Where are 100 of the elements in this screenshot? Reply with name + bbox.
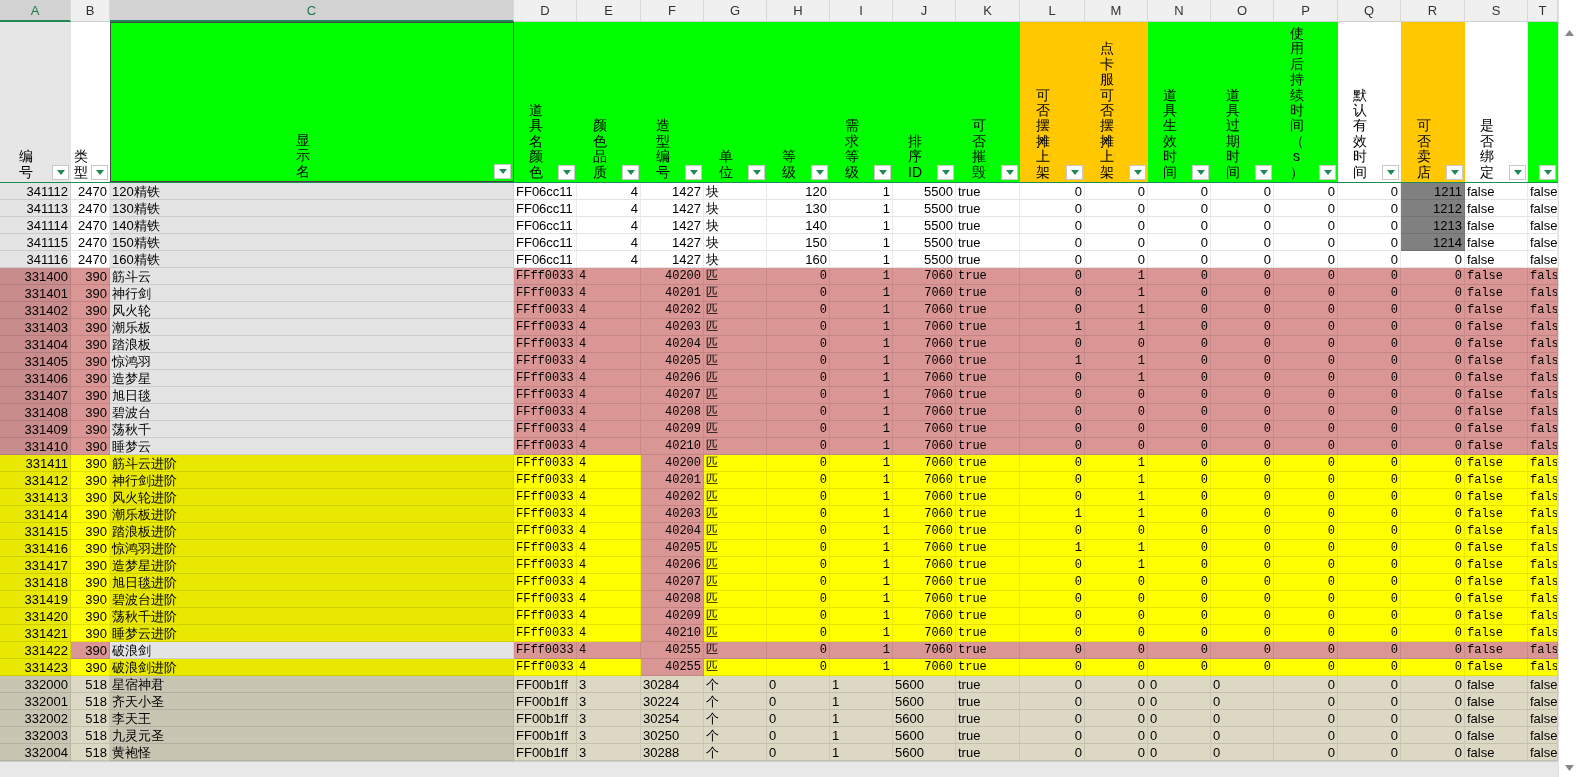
table-cell: 0 — [1274, 591, 1338, 608]
table-cell: false — [1465, 285, 1528, 302]
table-cell: 332001 — [0, 693, 71, 710]
table-cell: 筋斗云进阶 — [110, 455, 514, 472]
table-cell: FF00b1ff — [514, 744, 577, 761]
table-cell: fals — [1528, 268, 1558, 285]
filter-button[interactable] — [937, 165, 954, 180]
column-letter[interactable]: I — [830, 0, 893, 22]
column-letter[interactable]: M — [1085, 0, 1148, 22]
filter-button[interactable] — [494, 164, 511, 179]
filter-button[interactable] — [52, 165, 69, 180]
column-letter[interactable]: A — [0, 0, 71, 22]
filter-button[interactable] — [874, 165, 891, 180]
column-letter[interactable]: J — [893, 0, 956, 22]
filter-button[interactable] — [558, 165, 575, 180]
table-cell: 331413 — [0, 489, 71, 506]
filter-button[interactable] — [91, 165, 108, 180]
column-letter[interactable]: N — [1148, 0, 1211, 22]
column-letter[interactable]: G — [704, 0, 767, 22]
table-cell: 1 — [1020, 353, 1085, 370]
table-cell: true — [956, 489, 1020, 506]
table-cell: FFff0033 — [514, 319, 577, 336]
up-arrow-icon[interactable] — [1565, 30, 1574, 36]
column-letter[interactable]: E — [577, 0, 641, 22]
table-cell: 匹 — [704, 370, 767, 387]
table-cell: 0 — [1020, 370, 1085, 387]
table-cell: fals — [1528, 285, 1558, 302]
table-cell: 40202 — [641, 489, 704, 506]
table-cell: fals — [1528, 489, 1558, 506]
table-cell: 0 — [1338, 625, 1401, 642]
table-cell: 331410 — [0, 438, 71, 455]
table-cell: false — [1465, 302, 1528, 319]
table-cell: 341116 — [0, 251, 71, 268]
column-letter[interactable]: F — [641, 0, 704, 22]
table-cell: 1 — [830, 251, 893, 268]
table-cell: 390 — [71, 370, 110, 387]
table-cell: 碧波台 — [110, 404, 514, 421]
column-letter[interactable]: K — [956, 0, 1020, 22]
table-cell: 造梦星 — [110, 370, 514, 387]
table-cell: true — [956, 268, 1020, 285]
table-cell: 130精铁 — [110, 200, 514, 217]
table-cell: 1 — [830, 608, 893, 625]
column-letter[interactable]: C — [110, 0, 514, 22]
table-cell: false — [1528, 693, 1558, 710]
table-cell: 0 — [1148, 574, 1211, 591]
filter-button[interactable] — [1001, 165, 1018, 180]
table-cell: 0 — [1401, 302, 1465, 319]
table-cell: 潮乐板进阶 — [110, 506, 514, 523]
filter-button[interactable] — [1192, 165, 1209, 180]
table-cell: 331416 — [0, 540, 71, 557]
filter-button[interactable] — [748, 165, 765, 180]
header-label: 是否绑定 — [1479, 118, 1495, 180]
filter-button[interactable] — [1319, 165, 1336, 180]
table-cell: 0 — [767, 438, 830, 455]
table-cell: 0 — [1338, 268, 1401, 285]
column-letter[interactable]: L — [1020, 0, 1085, 22]
table-cell: 40203 — [641, 319, 704, 336]
filter-button[interactable] — [1539, 165, 1556, 180]
table-cell: fals — [1528, 557, 1558, 574]
table-cell: true — [956, 693, 1020, 710]
table-cell: 331415 — [0, 523, 71, 540]
table-cell: FF06cc11 — [514, 200, 577, 217]
table-cell: 5600 — [893, 744, 956, 761]
table-cell: 0 — [1148, 421, 1211, 438]
filter-button[interactable] — [1446, 165, 1463, 180]
column-letter[interactable]: Q — [1338, 0, 1401, 22]
caret-icon — [878, 170, 887, 175]
table-cell: 0 — [1020, 727, 1085, 744]
table-cell: false — [1465, 523, 1528, 540]
table-cell: 1 — [830, 540, 893, 557]
down-arrow-icon[interactable] — [1565, 765, 1574, 771]
table-cell: FF00b1ff — [514, 676, 577, 693]
column-letter[interactable]: B — [71, 0, 110, 22]
table-cell: 0 — [1274, 608, 1338, 625]
column-letter[interactable]: T — [1528, 0, 1558, 22]
table-cell: false — [1528, 727, 1558, 744]
filter-button[interactable] — [622, 165, 639, 180]
table-cell: 0 — [1401, 268, 1465, 285]
table-cell: false — [1528, 710, 1558, 727]
column-letter[interactable]: O — [1211, 0, 1274, 22]
table-cell: 4 — [577, 523, 641, 540]
column-letter[interactable]: H — [767, 0, 830, 22]
filter-button[interactable] — [1129, 165, 1146, 180]
table-cell: 40204 — [641, 336, 704, 353]
column-letter[interactable]: D — [514, 0, 577, 22]
table-cell: 0 — [1401, 387, 1465, 404]
filter-button[interactable] — [1255, 165, 1272, 180]
column-letter[interactable]: R — [1401, 0, 1465, 22]
filter-button[interactable] — [685, 165, 702, 180]
filter-button[interactable] — [1382, 165, 1399, 180]
filter-button[interactable] — [1509, 165, 1526, 180]
filter-button[interactable] — [1066, 165, 1083, 180]
table-cell: 0 — [1338, 200, 1401, 217]
horizontal-scrollbar[interactable] — [0, 761, 1558, 777]
table-cell: 331420 — [0, 608, 71, 625]
filter-button[interactable] — [811, 165, 828, 180]
table-cell: 0 — [1401, 608, 1465, 625]
column-letter[interactable]: S — [1465, 0, 1528, 22]
column-letter[interactable]: P — [1274, 0, 1338, 22]
caret-icon — [56, 170, 65, 175]
